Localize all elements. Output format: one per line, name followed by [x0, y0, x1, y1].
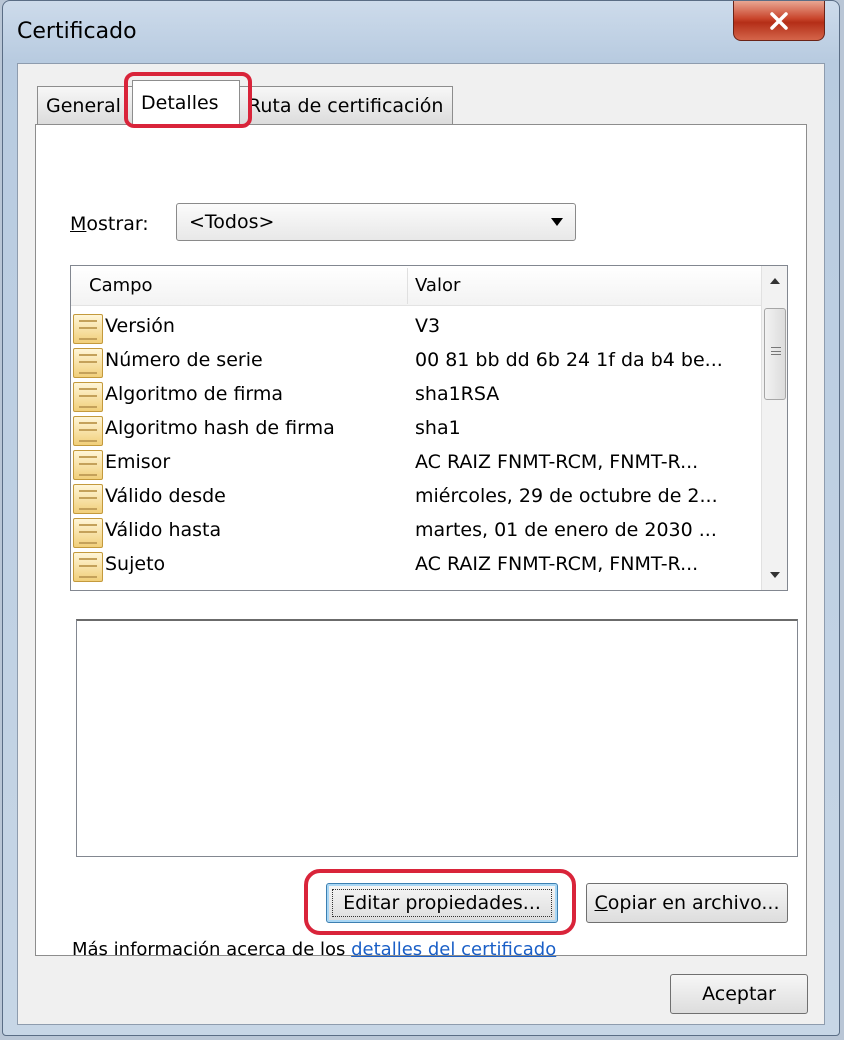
- column-header-valor[interactable]: Valor: [415, 275, 460, 296]
- list-item[interactable]: Algoritmo hash de firma sha1: [71, 412, 761, 446]
- copy-to-file-label: Copiar en archivo...: [594, 892, 780, 914]
- field-value-detail-box[interactable]: [76, 619, 798, 857]
- certificate-field-icon: [73, 348, 103, 378]
- accept-button[interactable]: Aceptar: [670, 974, 808, 1014]
- certificate-field-icon: [73, 314, 103, 344]
- details-panel: Mostrar: <Todos> Campo Valor Versión V3 N…: [35, 124, 807, 960]
- list-item[interactable]: Válido hasta martes, 01 de enero de 2030 …: [71, 514, 761, 548]
- fields-list[interactable]: Campo Valor Versión V3 Número de serie 00 …: [70, 265, 788, 591]
- title-bar[interactable]: Certificado: [3, 1, 839, 61]
- tab-general-label: General: [46, 94, 121, 117]
- close-button[interactable]: [733, 1, 825, 41]
- list-item[interactable]: Algoritmo de firma sha1RSA: [71, 378, 761, 412]
- certificate-field-icon: [73, 552, 103, 582]
- grip-icon: [771, 347, 781, 355]
- scroll-up-arrow-icon[interactable]: [762, 268, 787, 294]
- scrollbar-thumb[interactable]: [764, 308, 786, 400]
- list-rows: Versión V3 Número de serie 00 81 bb dd 6b …: [71, 310, 761, 582]
- list-item[interactable]: Número de serie 00 81 bb dd 6b 24 1f da b…: [71, 344, 761, 378]
- window-title: Certificado: [17, 19, 137, 44]
- list-item[interactable]: Emisor AC RAIZ FNMT-RCM, FNMT-R...: [71, 446, 761, 480]
- list-item[interactable]: Válido desde miércoles, 29 de octubre de …: [71, 480, 761, 514]
- certificate-field-icon: [73, 382, 103, 412]
- dialog-client-area: General Detalles Ruta de certificación M…: [17, 63, 825, 1025]
- list-header: Campo Valor: [71, 266, 761, 306]
- certificate-dialog: Certificado General Detalles Ruta de cer…: [2, 0, 840, 1036]
- more-info-text: Más información acerca de los detalles d…: [72, 939, 557, 960]
- certificate-details-link[interactable]: detalles del certificado: [351, 939, 556, 960]
- copy-to-file-button[interactable]: Copiar en archivo...: [586, 883, 788, 923]
- filter-dropdown[interactable]: <Todos>: [176, 203, 576, 241]
- column-header-campo[interactable]: Campo: [89, 275, 153, 296]
- tab-ruta-label: Ruta de certificación: [248, 94, 444, 117]
- tab-detalles-label: Detalles: [141, 91, 219, 114]
- scroll-down-arrow-icon[interactable]: [762, 562, 787, 588]
- chevron-down-icon: [551, 218, 563, 226]
- column-divider[interactable]: [407, 268, 408, 304]
- accept-label: Aceptar: [702, 983, 776, 1005]
- focus-ring: [332, 889, 552, 917]
- certificate-field-icon: [73, 518, 103, 548]
- list-scrollbar[interactable]: [761, 266, 787, 590]
- tab-detalles[interactable]: Detalles: [132, 80, 240, 124]
- edit-properties-button[interactable]: Editar propiedades...: [326, 883, 558, 923]
- filter-selected-value: <Todos>: [189, 211, 275, 233]
- close-icon: [770, 11, 788, 30]
- tab-general[interactable]: General: [37, 86, 133, 124]
- certificate-field-icon: [73, 484, 103, 514]
- certificate-field-icon: [73, 450, 103, 480]
- list-item[interactable]: Versión V3: [71, 310, 761, 344]
- list-item[interactable]: Sujeto AC RAIZ FNMT-RCM, FNMT-R...: [71, 548, 761, 582]
- tab-ruta-certificacion[interactable]: Ruta de certificación: [239, 86, 453, 124]
- certificate-field-icon: [73, 416, 103, 446]
- filter-label: Mostrar:: [70, 213, 149, 235]
